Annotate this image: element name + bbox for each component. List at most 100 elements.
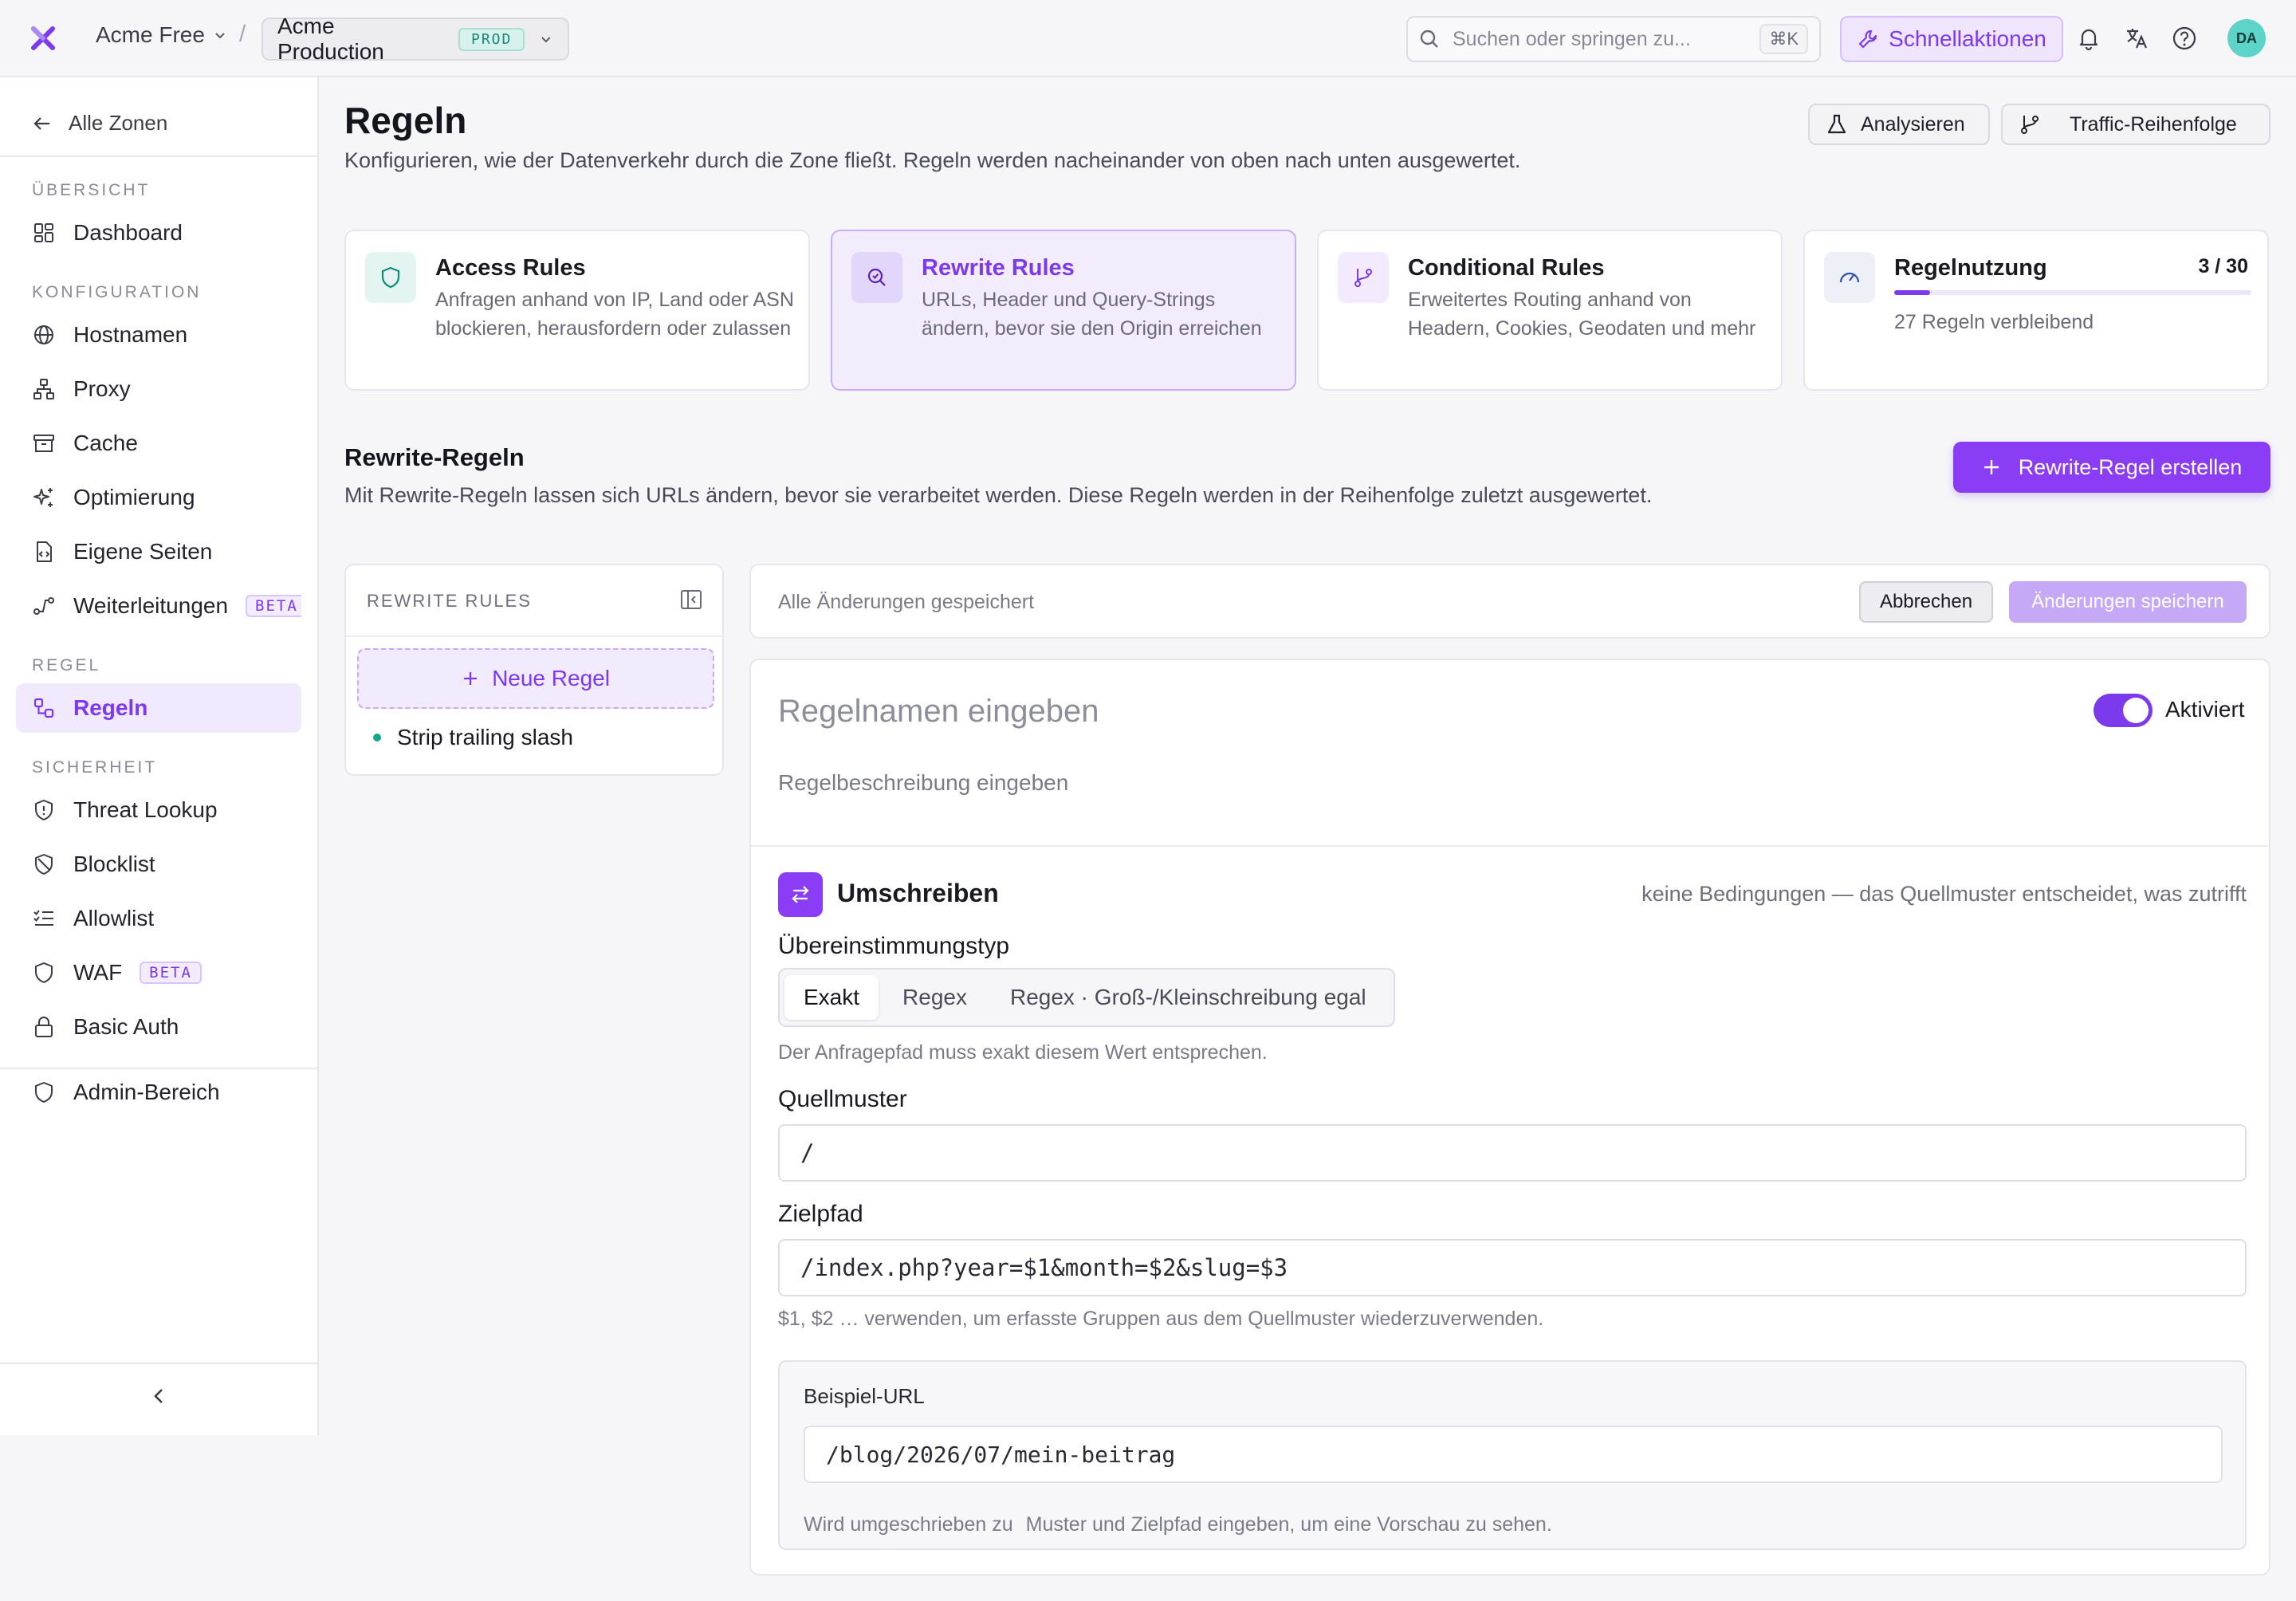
- sidebar-item-label: Proxy: [73, 376, 131, 401]
- new-rule-label: Neue Regel: [492, 666, 610, 690]
- divider: [346, 635, 722, 637]
- language-button[interactable]: [2121, 22, 2152, 54]
- org-name: Acme Free: [96, 22, 205, 47]
- sidebar-item-label: Regeln: [73, 695, 148, 720]
- usage-progress-fill: [1894, 290, 1930, 295]
- sidebar-item-label: Allowlist: [73, 906, 155, 930]
- sidebar-item-label: Blocklist: [73, 852, 155, 876]
- help-icon: [2172, 26, 2196, 50]
- card-title: Rewrite Rules: [922, 255, 1075, 281]
- sidebar-item-optimization[interactable]: Optimierung: [16, 473, 301, 522]
- brand-logo-icon[interactable]: [27, 22, 59, 54]
- sidebar-item-blocklist[interactable]: Blocklist: [16, 840, 301, 889]
- card-icon-box: [1824, 252, 1875, 303]
- divider: [0, 155, 317, 157]
- conditional-rules-card[interactable]: Conditional Rules Erweitertes Routing an…: [1317, 230, 1783, 391]
- match-option-regex-case-insensitive[interactable]: Regex · Groß-/Kleinschreibung egal: [991, 975, 1386, 1020]
- section-rule: REGEL: [32, 656, 101, 675]
- source-pattern-input[interactable]: /: [778, 1124, 2247, 1182]
- shield-off-icon: [35, 854, 53, 875]
- preview-hint: Muster und Zielpfad eingeben, um eine Vo…: [1025, 1513, 1552, 1536]
- chevron-down-icon: [541, 37, 551, 43]
- target-path-input[interactable]: /index.php?year=$1&month=$2&slug=$3: [778, 1239, 2247, 1296]
- rewrite-section-title: Umschreiben: [837, 879, 999, 907]
- sidebar-item-label: Dashboard: [73, 220, 183, 245]
- sidebar-item-label: Threat Lookup: [73, 797, 218, 822]
- match-option-exact[interactable]: Exakt: [784, 975, 879, 1020]
- sidebar-item-waf[interactable]: WAF BETA: [16, 948, 301, 997]
- page-title: Regeln: [344, 100, 467, 141]
- match-option-regex[interactable]: Regex: [883, 975, 986, 1020]
- new-rule-button[interactable]: Neue Regel: [357, 648, 714, 709]
- match-type-segmented-control: Exakt Regex Regex · Groß-/Kleinschreibun…: [778, 968, 1395, 1027]
- cancel-button[interactable]: Abbrechen: [1859, 581, 1993, 623]
- sidebar-item-cache[interactable]: Cache: [16, 419, 301, 468]
- example-url-label: Beispiel-URL: [804, 1384, 925, 1408]
- zone-switcher[interactable]: Acme Production PROD: [261, 14, 569, 64]
- enabled-toggle[interactable]: [2094, 694, 2152, 727]
- sidebar-item-allowlist[interactable]: Allowlist: [16, 894, 301, 943]
- sparkles-icon: [33, 488, 53, 507]
- sidebar-item-label: Weiterleitungen: [73, 593, 229, 618]
- list-checks-icon: [33, 910, 53, 926]
- section-security: SICHERHEIT: [32, 758, 158, 777]
- analyze-button[interactable]: Analysieren: [1808, 104, 1990, 145]
- rewrite-rules-card[interactable]: Rewrite Rules URLs, Header und Query-Str…: [831, 230, 1296, 391]
- plus-icon: [1983, 460, 1999, 474]
- traffic-order-button[interactable]: Traffic-Reihenfolge: [2001, 104, 2270, 145]
- traffic-order-label: Traffic-Reihenfolge: [2070, 112, 2237, 136]
- list-item[interactable]: Strip trailing slash: [373, 725, 573, 750]
- sidebar-item-basic-auth[interactable]: Basic Auth: [16, 1002, 301, 1052]
- rule-list-panel: REWRITE RULES Neue Regel Strip trailing …: [344, 564, 724, 776]
- status-dot: [373, 734, 381, 741]
- sidebar-item-proxy[interactable]: Proxy: [16, 364, 301, 414]
- search-input[interactable]: Suchen oder springen zu... ⌘K: [1406, 16, 1821, 62]
- card-description: Anfragen anhand von IP, Land oder ASN bl…: [435, 289, 794, 340]
- rewrite-section-icon-box: [778, 872, 823, 917]
- back-to-zones-link[interactable]: Alle Zonen: [32, 111, 167, 136]
- sidebar-item-label: Basic Auth: [73, 1014, 179, 1039]
- file-code-icon: [37, 541, 52, 562]
- collapse-sidebar-button[interactable]: [148, 1385, 171, 1413]
- access-rules-card[interactable]: Access Rules Anfragen anhand von IP, Lan…: [344, 230, 810, 391]
- org-switcher[interactable]: Acme Free: [96, 22, 227, 48]
- rewrite-section-note: keine Bedingungen — das Quellmuster ents…: [1641, 882, 2247, 906]
- sidebar: Alle Zonen ÜBERSICHT Dashboard KONFIGURA…: [0, 77, 319, 1435]
- example-url-input[interactable]: /blog/2026/07/mein-beitrag: [804, 1426, 2223, 1483]
- sidebar-item-dashboard[interactable]: Dashboard: [16, 208, 301, 258]
- quick-actions-label: Schnellaktionen: [1889, 26, 2046, 51]
- create-rewrite-rule-button[interactable]: Rewrite-Regel erstellen: [1953, 442, 2270, 493]
- translate-icon: [2127, 29, 2148, 49]
- usage-progress-bar: [1894, 290, 2251, 295]
- sidebar-item-admin[interactable]: Admin-Bereich: [16, 1068, 301, 1117]
- rule-description-input[interactable]: Regelbeschreibung eingeben: [778, 770, 1068, 796]
- quick-actions-button[interactable]: Schnellaktionen: [1840, 16, 2063, 62]
- rule-editor: Regelnamen eingeben Aktiviert Regelbesch…: [749, 659, 2270, 1575]
- notifications-button[interactable]: [2073, 22, 2105, 54]
- panel-left-close-icon: [681, 590, 702, 609]
- usage-count: 3 / 30: [2198, 255, 2248, 277]
- globe-icon: [34, 325, 53, 344]
- arrows-swap-icon: [792, 886, 809, 903]
- search-placeholder: Suchen oder springen zu...: [1453, 27, 1691, 50]
- card-title: Conditional Rules: [1408, 255, 1605, 281]
- flask-icon: [1827, 114, 1846, 134]
- bell-icon: [2079, 29, 2098, 50]
- sidebar-item-rules[interactable]: Regeln: [16, 683, 301, 733]
- network-icon: [33, 379, 54, 399]
- sidebar-item-label: Hostnamen: [73, 322, 188, 347]
- rule-name-input[interactable]: Regelnamen eingeben: [778, 694, 1099, 730]
- sidebar-item-hostnames[interactable]: Hostnamen: [16, 310, 301, 360]
- collapse-list-button[interactable]: [679, 588, 703, 617]
- avatar[interactable]: DA: [2227, 19, 2266, 57]
- section-subtitle: Mit Rewrite-Regeln lassen sich URLs ände…: [344, 483, 1653, 507]
- card-title: Access Rules: [435, 255, 586, 281]
- save-changes-button[interactable]: Änderungen speichern: [2009, 581, 2247, 623]
- sidebar-item-label: Eigene Seiten: [73, 539, 213, 564]
- sidebar-item-redirects[interactable]: Weiterleitungen BETA: [16, 581, 301, 631]
- card-title: Regelnutzung: [1894, 255, 2047, 281]
- rewrite-preview: Wird umgeschrieben zu Muster und Zielpfa…: [804, 1513, 1552, 1536]
- help-button[interactable]: [2168, 22, 2200, 54]
- sidebar-item-threat-lookup[interactable]: Threat Lookup: [16, 785, 301, 835]
- sidebar-item-custom-pages[interactable]: Eigene Seiten: [16, 527, 301, 576]
